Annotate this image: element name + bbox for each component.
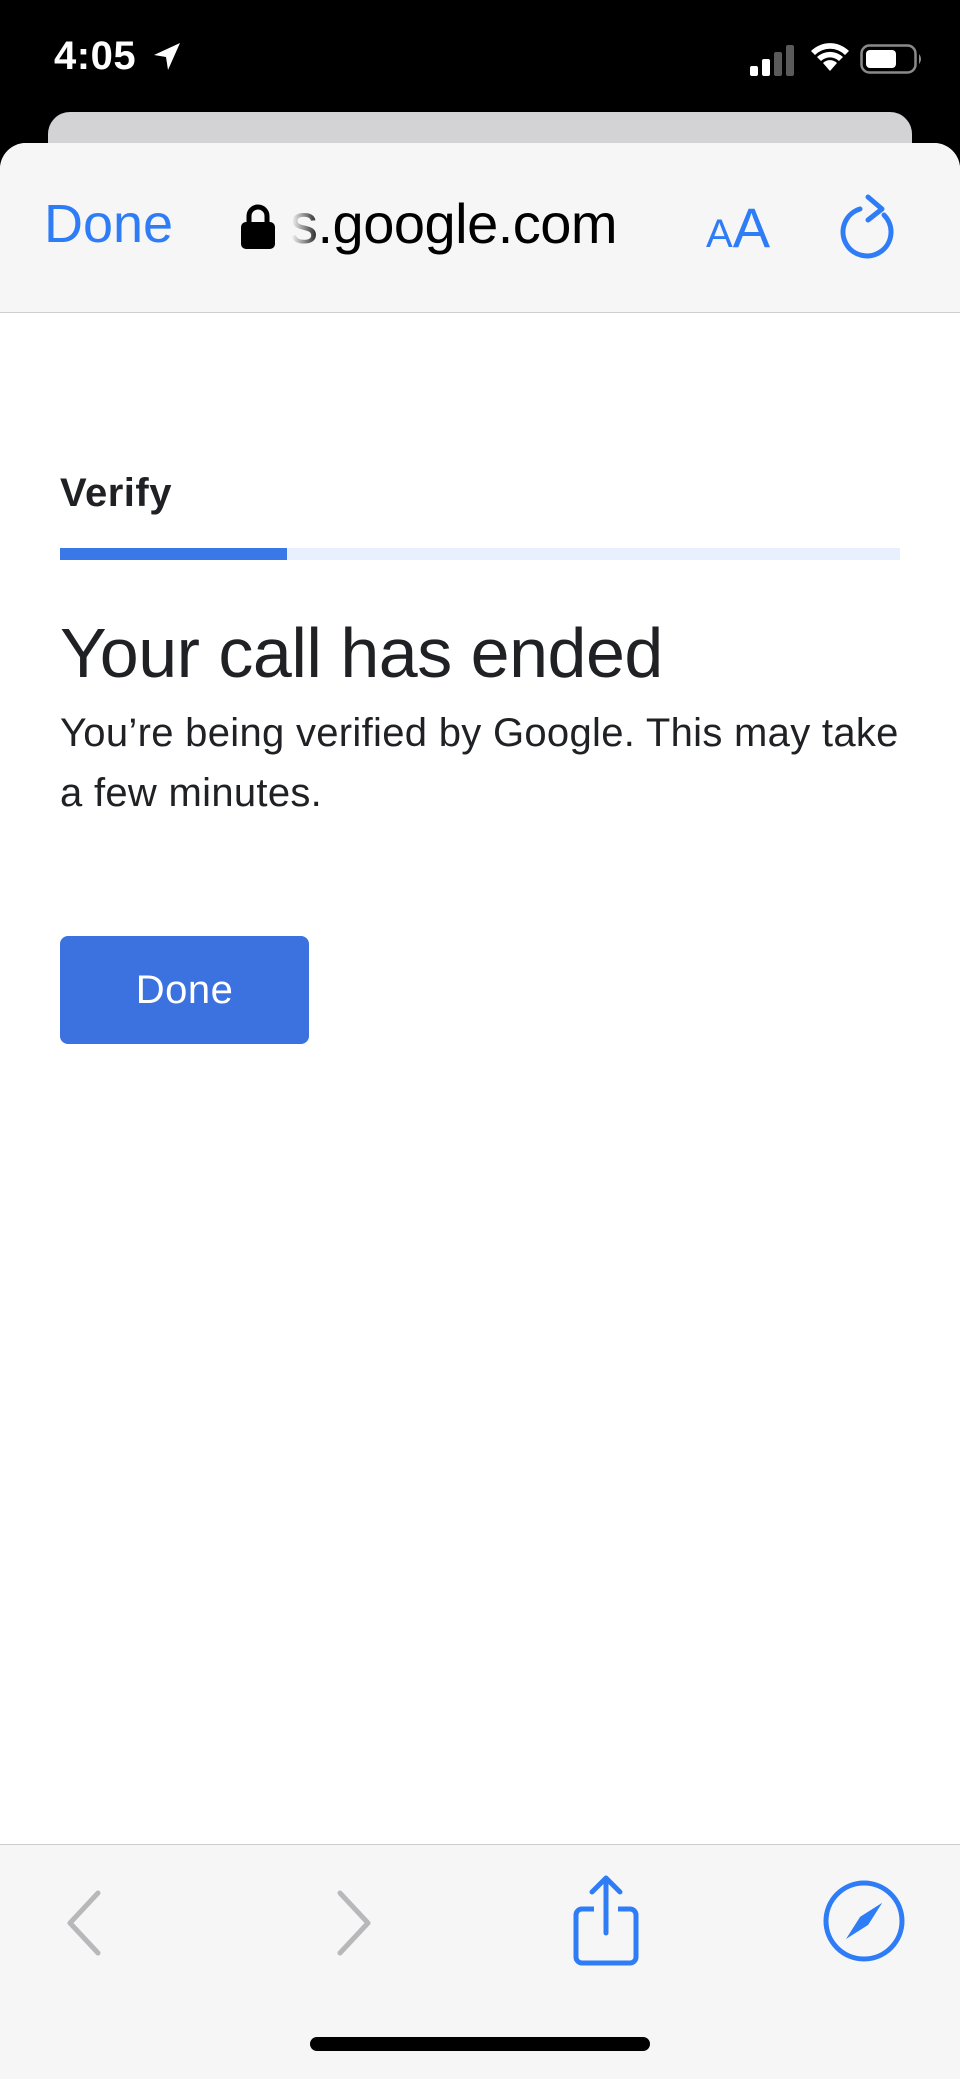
page-title: Your call has ended: [60, 614, 663, 692]
status-time: 4:05: [54, 34, 137, 78]
text-size-button[interactable]: AA: [706, 195, 770, 265]
browser-bottom-toolbar: [0, 1844, 960, 2079]
share-icon[interactable]: [566, 1873, 646, 1969]
cellular-signal-icon: [750, 45, 794, 76]
browser-top-bar: Done s.google.com AA: [0, 143, 960, 313]
step-label: Verify: [60, 471, 172, 515]
status-bar: 4:05: [0, 0, 960, 120]
wifi-icon: [811, 43, 849, 71]
text-size-large-glyph: A: [732, 196, 771, 259]
page-description: You’re being verified by Google. This ma…: [60, 711, 899, 815]
home-indicator: [310, 2037, 650, 2051]
reload-icon[interactable]: [836, 193, 902, 265]
url-address[interactable]: s.google.com: [290, 191, 618, 256]
progress-bar-fill: [60, 548, 287, 560]
text-size-small-glyph: A: [706, 212, 733, 256]
forward-chevron-icon[interactable]: [324, 1885, 380, 1961]
browser-sheet: Done s.google.com AA Verify Your call ha…: [0, 143, 960, 2079]
done-button[interactable]: Done: [60, 936, 309, 1044]
progress-bar: [60, 548, 900, 560]
battery-icon: [860, 44, 921, 74]
done-link-button[interactable]: Done: [44, 193, 173, 255]
url-fade-overlay: [288, 193, 322, 257]
lock-icon: [241, 204, 275, 249]
compass-icon[interactable]: [822, 1879, 906, 1963]
location-arrow-icon: [154, 43, 180, 70]
back-chevron-icon[interactable]: [58, 1885, 114, 1961]
